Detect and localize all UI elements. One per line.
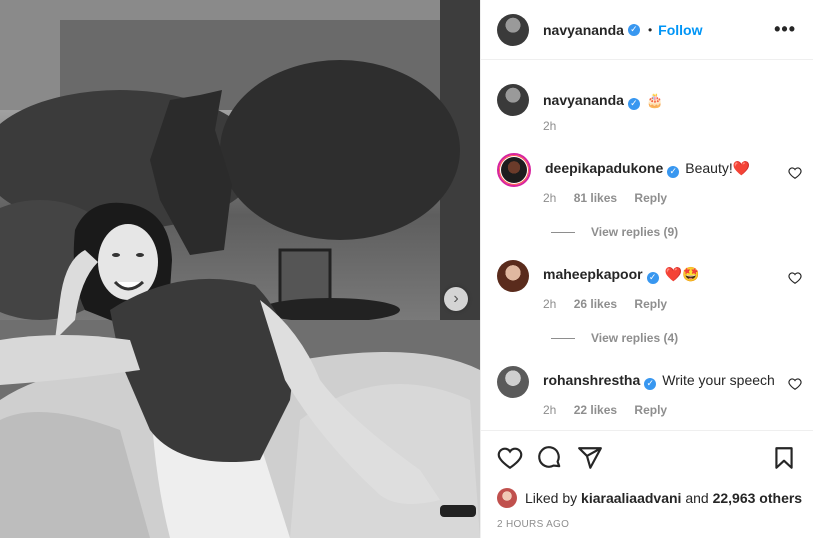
comment-icon[interactable] — [537, 445, 563, 471]
comment-text: Beauty!❤️ — [685, 160, 751, 176]
comment-time[interactable]: 2h — [543, 403, 556, 417]
verified-badge-icon: ✓ — [646, 271, 659, 284]
comment-username[interactable]: deepikapadukone — [545, 160, 663, 176]
author-avatar[interactable] — [497, 13, 529, 46]
reply-button[interactable]: Reply — [634, 403, 667, 417]
view-replies-label: View replies (9) — [591, 225, 679, 239]
comment-time[interactable]: 2h — [543, 191, 556, 205]
caption-text: 🎂 — [645, 92, 664, 108]
comment-meta: 2h 81 likes Reply — [543, 191, 681, 205]
comment-text: ❤️🤩 — [664, 266, 700, 282]
caption-avatar[interactable] — [497, 84, 529, 116]
caption-username[interactable]: navyananda — [543, 92, 624, 108]
comment-like-heart-icon[interactable] — [788, 377, 802, 391]
post-actions: Liked by kiaraaliaadvani and 22,963 othe… — [481, 430, 813, 538]
liker-username[interactable]: kiaraaliaadvani — [581, 490, 681, 506]
post-timestamp[interactable]: 2 HOURS AGO — [497, 519, 569, 530]
post-side-pane: navyananda ✓ • Follow ••• navyananda ✓ 🎂 2… — [480, 0, 813, 538]
post-photo[interactable]: › — [0, 0, 480, 538]
comment-likes[interactable]: 81 likes — [574, 191, 617, 205]
comment-meta: 2h 26 likes Reply — [543, 297, 681, 311]
liker-avatar[interactable] — [497, 488, 517, 508]
author-username[interactable]: navyananda — [543, 22, 624, 38]
photo-illustration — [0, 0, 480, 538]
caption-meta: 2h — [543, 119, 570, 133]
comment-text: Write your speech — [662, 372, 775, 388]
commenter-avatar[interactable] — [497, 260, 529, 292]
comment-like-heart-icon[interactable] — [788, 271, 802, 285]
likes-prefix: Liked by — [525, 490, 578, 506]
verified-badge-icon: ✓ — [627, 97, 640, 110]
more-options-icon[interactable]: ••• — [774, 20, 796, 38]
heart-icon[interactable] — [497, 445, 523, 471]
comment-likes[interactable]: 26 likes — [574, 297, 617, 311]
replies-divider — [551, 337, 575, 339]
caption-time[interactable]: 2h — [543, 119, 556, 133]
comment-row: rohanshrestha ✓ Write your speech — [497, 366, 775, 398]
chevron-right-icon: › — [453, 290, 459, 307]
separator-dot: • — [647, 22, 653, 37]
instagram-post: › navyananda ✓ • Follow ••• navyananda ✓ 🎂… — [0, 0, 813, 538]
likes-joiner: and — [685, 490, 709, 506]
follow-button[interactable]: Follow — [658, 22, 702, 38]
verified-badge-icon: ✓ — [667, 165, 680, 178]
verified-badge-icon: ✓ — [644, 377, 657, 390]
reply-button[interactable]: Reply — [634, 297, 667, 311]
commenter-avatar[interactable] — [497, 153, 531, 187]
comment-row: maheepkapoor ✓ ❤️🤩 — [497, 260, 699, 292]
commenter-avatar[interactable] — [497, 366, 529, 398]
view-replies-label: View replies (4) — [591, 331, 679, 345]
likes-summary: Liked by kiaraaliaadvani and 22,963 othe… — [497, 488, 802, 508]
likes-others[interactable]: 22,963 others — [713, 490, 803, 506]
next-slide-button[interactable]: › — [444, 287, 468, 311]
comment-time[interactable]: 2h — [543, 297, 556, 311]
comment-likes[interactable]: 22 likes — [574, 403, 617, 417]
comment-like-heart-icon[interactable] — [788, 166, 802, 180]
reply-button[interactable]: Reply — [634, 191, 667, 205]
comment-meta: 2h 22 likes Reply — [543, 403, 681, 417]
view-replies-button[interactable]: View replies (9) — [551, 225, 678, 239]
comment-username[interactable]: rohanshrestha — [543, 372, 640, 388]
comment-username[interactable]: maheepkapoor — [543, 266, 643, 282]
bookmark-icon[interactable] — [771, 445, 797, 471]
view-replies-button[interactable]: View replies (4) — [551, 331, 678, 345]
post-header: navyananda ✓ • Follow ••• — [481, 0, 813, 60]
send-icon[interactable] — [577, 445, 603, 471]
comments-list[interactable]: navyananda ✓ 🎂 2h deepikapadukone ✓ Beauty!❤… — [481, 60, 813, 428]
comment-row: deepikapadukone ✓ Beauty!❤️ — [497, 153, 750, 187]
verified-badge-icon: ✓ — [627, 23, 640, 36]
replies-divider — [551, 231, 575, 233]
caption-row: navyananda ✓ 🎂 — [497, 84, 663, 116]
